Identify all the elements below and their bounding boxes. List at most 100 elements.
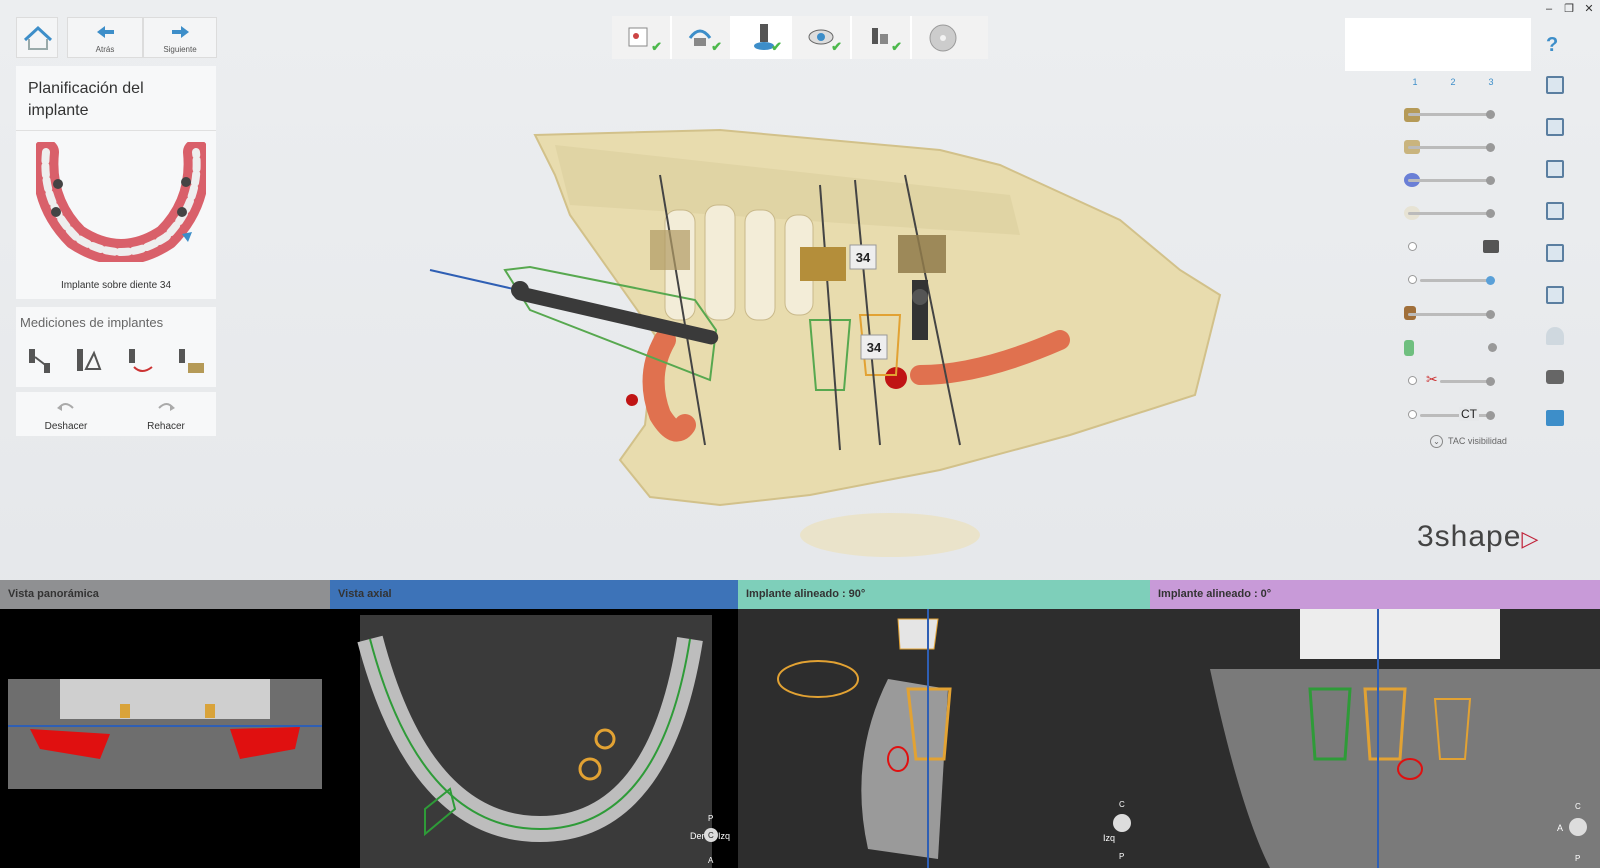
close-icon[interactable]: ✕ [1580, 2, 1598, 16]
implant-0-view[interactable]: A C P [1150, 609, 1600, 868]
help-button[interactable]: ? [1546, 34, 1558, 57]
measure-nerve-distance-button[interactable] [126, 345, 154, 375]
visibility-tab-2[interactable]: 2 [1438, 77, 1468, 87]
scan-alignment-icon [688, 29, 712, 46]
done-check-icon: ✔ [651, 39, 662, 54]
view-right-icon[interactable] [1546, 202, 1564, 220]
arrow-left-icon [97, 26, 114, 38]
upper-scan-slider[interactable] [1408, 110, 1495, 119]
slider-knob[interactable] [1486, 176, 1495, 185]
orientation-p-90: P [1119, 852, 1124, 861]
done-check-icon: ✔ [711, 39, 722, 54]
implant-90-view-header[interactable]: Implante alineado : 90° [738, 580, 1150, 609]
nerve-toggle[interactable] [1488, 343, 1497, 352]
guide-design-icon [872, 28, 888, 44]
next-label: Siguiente [163, 45, 197, 54]
implant-distance-icon [29, 349, 50, 373]
implant-studio-window: – ❐ ✕ Atrás Siguiente Planificación del … [0, 0, 1600, 868]
tac-visibility-label: TAC visibilidad [1448, 436, 1507, 446]
nerve-icon [1404, 340, 1414, 356]
bone-density-icon[interactable] [1546, 327, 1564, 345]
slider-knob[interactable] [1486, 310, 1495, 319]
orientation-a-0: A [1557, 823, 1563, 833]
soft-tissue-slider[interactable] [1408, 176, 1495, 185]
snapshot-icon[interactable] [1546, 410, 1564, 426]
implant-0-view-header[interactable]: Implante alineado : 0° [1150, 580, 1600, 609]
orientation-der: Der [690, 831, 705, 841]
restore-icon[interactable]: ❐ [1560, 2, 1578, 16]
step-guide-design[interactable]: ✔ [852, 16, 912, 59]
visibility-tab-1[interactable]: 1 [1400, 77, 1430, 87]
orientation-c-0: C [1575, 802, 1581, 811]
implant-slider[interactable] [1420, 276, 1495, 285]
ct-radio[interactable] [1408, 410, 1417, 419]
disc-export-icon [929, 24, 957, 52]
panoramic-view[interactable] [0, 609, 330, 868]
brand-logo-text: 3shape [1417, 520, 1522, 553]
slider-knob[interactable] [1486, 377, 1495, 386]
view-top-icon[interactable] [1546, 244, 1564, 262]
orientation-izq-90: Izq [1103, 833, 1115, 843]
tac-visibility-toggle[interactable]: ⌄ TAC visibilidad [1430, 435, 1540, 449]
implant-90-view[interactable]: Izq C P [738, 609, 1150, 868]
camera-icon[interactable] [1546, 370, 1564, 384]
scissors-icon: ✂ [1426, 371, 1438, 387]
cut-radio[interactable] [1408, 376, 1417, 385]
measure-distance-button[interactable] [26, 345, 54, 375]
wax-up-slider[interactable] [1408, 209, 1495, 218]
tooth-label-34-upper: 34 [856, 250, 871, 265]
abutment-slider[interactable] [1408, 310, 1495, 319]
sleeve-radio[interactable] [1408, 242, 1417, 251]
orientation-a: A [708, 856, 714, 865]
abutment-gold [800, 247, 846, 281]
lower-scan-slider[interactable] [1408, 143, 1495, 152]
step-prescription[interactable]: ✔ [612, 16, 672, 59]
panoramic-view-header[interactable]: Vista panorámica [0, 580, 330, 609]
next-button[interactable]: Siguiente [143, 17, 217, 58]
orientation-p-0: P [1575, 854, 1580, 863]
implant-radio[interactable] [1408, 275, 1417, 284]
step-implant-placement[interactable]: ✔ [732, 16, 792, 59]
implant-angle-icon [77, 349, 102, 371]
undo-button[interactable]: Deshacer [16, 392, 116, 436]
measure-angle-button[interactable] [74, 345, 102, 375]
axial-view[interactable]: Der Izq P A C [330, 609, 738, 868]
view-bottom-icon[interactable] [1546, 286, 1564, 304]
view-left-icon[interactable] [1546, 160, 1564, 178]
workflow-stepper: ✔ ✔ ✔ ✔ ✔ [612, 16, 988, 59]
step-export[interactable] [912, 16, 972, 59]
ct-slider[interactable] [1420, 411, 1495, 420]
view-back-icon[interactable] [1546, 118, 1564, 136]
3d-jaw-viewport[interactable]: 34 34 [420, 125, 1230, 580]
undo-redo-bar: Deshacer Rehacer [16, 392, 216, 436]
view-front-icon[interactable] [1546, 76, 1564, 94]
slider-knob[interactable] [1486, 411, 1495, 420]
redo-button[interactable]: Rehacer [116, 392, 216, 436]
redo-icon [158, 403, 175, 411]
orientation-c-90: C [1119, 800, 1125, 809]
slider-knob[interactable] [1486, 209, 1495, 218]
back-button[interactable]: Atrás [67, 17, 143, 58]
orientation-izq: Izq [718, 831, 730, 841]
arrow-right-icon [172, 26, 189, 38]
redo-label: Rehacer [147, 421, 185, 432]
brand-logo: 3shape▷ [1417, 520, 1540, 553]
step-scan-alignment[interactable]: ✔ [672, 16, 732, 59]
nerve-distance-icon [129, 349, 153, 372]
chevron-down-icon: ⌄ [1430, 435, 1443, 448]
slider-knob[interactable] [1486, 276, 1495, 285]
cut-slider[interactable] [1440, 377, 1495, 386]
done-check-icon: ✔ [891, 39, 902, 54]
measure-bone-distance-button[interactable] [176, 345, 206, 375]
orientation-p: P [708, 814, 713, 823]
minimize-icon[interactable]: – [1540, 2, 1558, 16]
axial-view-header[interactable]: Vista axial [330, 580, 738, 609]
step-review[interactable]: ✔ [792, 16, 852, 59]
panel-title: Planificación del implante [28, 80, 144, 119]
slider-knob[interactable] [1486, 110, 1495, 119]
home-button[interactable] [16, 17, 58, 58]
slider-knob[interactable] [1486, 143, 1495, 152]
tooth-label-34-lower: 34 [867, 340, 882, 355]
visibility-tab-3[interactable]: 3 [1476, 77, 1506, 87]
jaw-thumbnail[interactable] [36, 142, 206, 262]
